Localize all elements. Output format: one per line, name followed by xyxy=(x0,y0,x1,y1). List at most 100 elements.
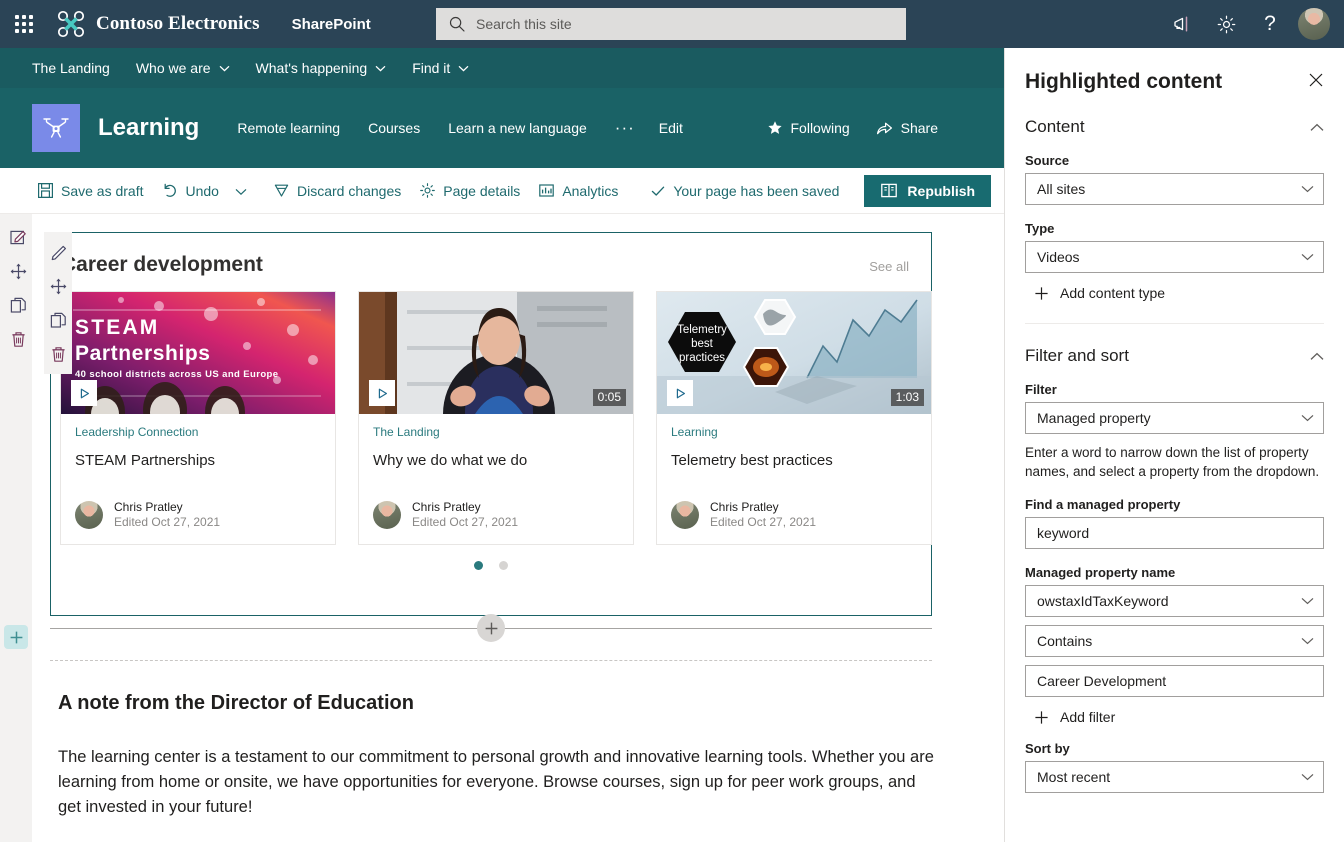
undo-label: Undo xyxy=(185,182,219,199)
group-header-content[interactable]: Content xyxy=(1025,117,1324,137)
site-title: Learning xyxy=(98,114,200,141)
edit-section-button[interactable] xyxy=(4,220,32,254)
delete-section-button[interactable] xyxy=(4,322,32,356)
page-details-button[interactable]: Page details xyxy=(410,171,529,211)
card-title[interactable]: STEAM Partnerships xyxy=(75,451,321,470)
section-toolbar xyxy=(4,220,32,356)
see-all-link[interactable]: See all xyxy=(869,259,909,274)
thumb-hex-line2: best xyxy=(691,338,714,350)
type-dropdown[interactable]: Videos xyxy=(1025,241,1324,273)
card-site-name[interactable]: Learning xyxy=(671,425,917,439)
note-body[interactable]: The learning center is a testament to ou… xyxy=(58,745,938,820)
card-site-name[interactable]: The Landing xyxy=(373,425,619,439)
chevron-up-icon xyxy=(1310,352,1324,361)
app-launcher-button[interactable] xyxy=(0,0,48,48)
avatar[interactable] xyxy=(1298,8,1330,40)
source-dropdown[interactable]: All sites xyxy=(1025,173,1324,205)
edit-webpart-button[interactable] xyxy=(44,235,72,269)
play-icon[interactable] xyxy=(369,380,395,406)
nav-item-the-landing[interactable]: The Landing xyxy=(32,48,110,88)
delete-webpart-button[interactable] xyxy=(44,337,72,371)
add-content-type-button[interactable]: Add content type xyxy=(1025,285,1324,301)
card-title[interactable]: Telemetry best practices xyxy=(671,451,917,470)
property-pane-body: Content Source All sites Type Videos Add… xyxy=(1005,117,1344,793)
nav-item-find-it[interactable]: Find it xyxy=(412,48,469,88)
card-edited-date: Edited Oct 27, 2021 xyxy=(412,515,519,529)
card-title[interactable]: Why we do what we do xyxy=(373,451,619,470)
move-section-button[interactable] xyxy=(4,254,32,288)
type-label: Type xyxy=(1025,221,1055,236)
managed-property-name-dropdown[interactable]: owstaxIdTaxKeyword xyxy=(1025,585,1324,617)
section-dashed-separator xyxy=(50,660,932,661)
filter-value: Managed property xyxy=(1037,410,1151,426)
duplicate-webpart-button[interactable] xyxy=(44,303,72,337)
move-webpart-button[interactable] xyxy=(44,269,72,303)
add-filter-button[interactable]: Add filter xyxy=(1025,709,1324,725)
highlighted-content-webpart[interactable]: Career development See all STEAM Partner… xyxy=(50,232,932,616)
card-edited-date: Edited Oct 27, 2021 xyxy=(114,515,221,529)
group-header-filter-and-sort[interactable]: Filter and sort xyxy=(1025,346,1324,366)
republish-button[interactable]: Republish xyxy=(864,174,992,207)
carousel-dot-2[interactable] xyxy=(499,561,508,570)
analytics-button[interactable]: Analytics xyxy=(529,171,627,211)
filter-term-input[interactable]: Career Development xyxy=(1025,665,1324,697)
avatar xyxy=(75,501,103,529)
suite-bar: Contoso Electronics SharePoint Search th… xyxy=(0,0,1344,48)
play-icon[interactable] xyxy=(667,380,693,406)
content-card[interactable]: STEAM Partnerships 40 school districts a… xyxy=(60,291,336,545)
save-as-draft-button[interactable]: Save as draft xyxy=(28,171,153,211)
nav-item-label: The Landing xyxy=(32,60,110,76)
close-icon[interactable] xyxy=(1306,70,1326,95)
nav-item-label: What's happening xyxy=(255,60,368,76)
card-thumbnail[interactable]: STEAM Partnerships 40 school districts a… xyxy=(61,292,335,414)
site-header-actions: Following Share xyxy=(741,88,938,168)
sort-by-dropdown[interactable]: Most recent xyxy=(1025,761,1324,793)
source-label: Source xyxy=(1025,153,1070,168)
card-thumbnail[interactable]: Telemetry best practices 1:03 xyxy=(657,292,931,414)
filter-dropdown[interactable]: Managed property xyxy=(1025,402,1324,434)
type-value: Videos xyxy=(1037,249,1080,265)
card-body: The Landing Why we do what we do xyxy=(359,414,633,500)
carousel-pager xyxy=(51,561,931,570)
site-link-remote-learning[interactable]: Remote learning xyxy=(237,120,340,136)
card-site-name[interactable]: Leadership Connection xyxy=(75,425,321,439)
content-card[interactable]: 0:05 The Landing Why we do what we do Ch… xyxy=(358,291,634,545)
share-icon xyxy=(876,120,893,136)
undo-button[interactable]: Undo xyxy=(153,171,228,211)
managed-property-name-label: Managed property name xyxy=(1025,565,1176,580)
following-button[interactable]: Following xyxy=(767,120,850,136)
site-link-courses[interactable]: Courses xyxy=(368,120,420,136)
play-icon[interactable] xyxy=(71,380,97,406)
filter-operator-value: Contains xyxy=(1037,633,1093,649)
share-button[interactable]: Share xyxy=(876,120,938,136)
republish-label: Republish xyxy=(907,182,976,199)
nav-item-who-we-are[interactable]: Who we are xyxy=(136,48,230,88)
filter-operator-dropdown[interactable]: Contains xyxy=(1025,625,1324,657)
megaphone-icon[interactable] xyxy=(1160,2,1204,46)
property-pane-title: Highlighted content xyxy=(1025,70,1223,93)
content-card[interactable]: Telemetry best practices 1:03 Learning T… xyxy=(656,291,932,545)
add-webpart-button[interactable] xyxy=(477,614,505,642)
find-managed-property-input[interactable]: keyword xyxy=(1025,517,1324,549)
nav-item-whats-happening[interactable]: What's happening xyxy=(256,48,387,88)
discard-changes-button[interactable]: Discard changes xyxy=(264,171,410,211)
brand-name[interactable]: Contoso Electronics xyxy=(96,13,260,35)
card-thumbnail[interactable]: 0:05 xyxy=(359,292,633,414)
add-section-button[interactable] xyxy=(4,625,28,649)
search-box[interactable] xyxy=(436,8,906,40)
site-link-learn-a-new-language[interactable]: Learn a new language xyxy=(448,120,587,136)
text-webpart[interactable]: A note from the Director of Education Th… xyxy=(58,692,938,820)
site-link-edit[interactable]: Edit xyxy=(659,120,683,136)
undo-dropdown-button[interactable] xyxy=(228,171,254,211)
search-input[interactable] xyxy=(476,16,876,32)
following-label: Following xyxy=(790,120,850,136)
card-author-block: Chris Pratley Edited Oct 27, 2021 xyxy=(412,500,518,530)
suite-app-name[interactable]: SharePoint xyxy=(292,16,371,33)
duplicate-section-button[interactable] xyxy=(4,288,32,322)
site-links-overflow-button[interactable]: ··· xyxy=(615,118,635,138)
carousel-dot-1[interactable] xyxy=(474,561,483,570)
gear-icon[interactable] xyxy=(1204,2,1248,46)
republish-icon xyxy=(880,182,898,199)
card-author: Chris Pratley xyxy=(710,500,779,514)
help-icon[interactable]: ? xyxy=(1248,2,1292,46)
